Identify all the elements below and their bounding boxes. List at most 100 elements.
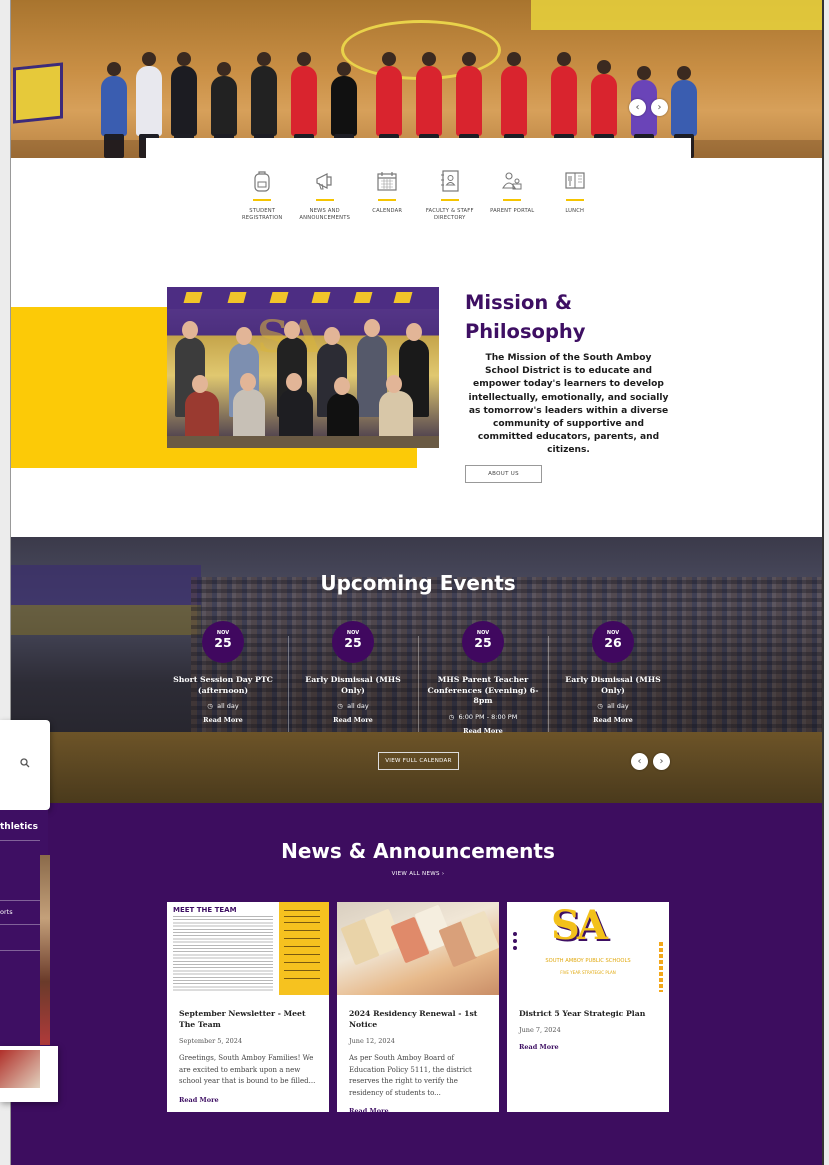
- quick-link-calendar[interactable]: CALENDAR: [356, 168, 419, 222]
- event-item[interactable]: NOV 26 Early Dismissal (MHS Only) ◷ all …: [548, 621, 678, 725]
- photo-floor: [167, 436, 439, 448]
- event-read-more-link[interactable]: Read More: [418, 726, 548, 736]
- event-item[interactable]: NOV 25 MHS Parent Teacher Conferences (E…: [418, 621, 548, 736]
- events-title: Upcoming Events: [320, 571, 516, 595]
- mobile-photo-strip: [40, 855, 50, 1045]
- news-title: News & Announcements: [281, 839, 555, 863]
- quick-link-label: PARENT PORTAL: [490, 208, 535, 214]
- news-card-read-more-link[interactable]: Read More: [519, 1043, 657, 1051]
- court-paint: [531, 0, 822, 30]
- event-title[interactable]: MHS Parent Teacher Conferences (Evening)…: [418, 675, 548, 707]
- mission-title: Mission & Philosophy: [465, 291, 586, 343]
- thumb-plan-name: FIVE YEAR STRATEGIC PLAN: [560, 970, 616, 975]
- event-title[interactable]: Early Dismissal (MHS Only): [548, 675, 678, 696]
- quick-link-faculty-directory[interactable]: FACULTY & STAFF DIRECTORY: [419, 168, 482, 222]
- event-item[interactable]: NOV 25 Short Session Day PTC (afternoon)…: [158, 621, 288, 725]
- quick-link-parent-portal[interactable]: PARENT PORTAL: [481, 168, 544, 222]
- news-card-read-more-link[interactable]: Read More: [349, 1107, 487, 1115]
- news-card[interactable]: 2024 Residency Renewal - 1st Notice June…: [337, 902, 499, 1115]
- quick-link-underline: [565, 199, 584, 201]
- quick-link-underline: [503, 199, 522, 201]
- quick-link-underline: [315, 199, 334, 201]
- event-read-more-link[interactable]: Read More: [288, 715, 418, 725]
- quick-link-underline: [440, 199, 459, 201]
- parent-child-icon: [502, 172, 522, 190]
- news-card-date: June 7, 2024: [519, 1026, 561, 1034]
- directory-book-icon: [440, 170, 459, 192]
- news-card-read-more-link[interactable]: Read More: [179, 1096, 317, 1104]
- hero-person: [416, 52, 442, 158]
- thumb-dots: [513, 932, 517, 953]
- hero-person: [101, 62, 127, 158]
- about-us-button[interactable]: ABOUT US: [465, 465, 542, 483]
- event-title[interactable]: Early Dismissal (MHS Only): [288, 675, 418, 696]
- mobile-menu-sports[interactable]: orts: [0, 908, 13, 916]
- photo-person: [379, 375, 413, 441]
- news-card-title[interactable]: September Newsletter - Meet The Team: [179, 1008, 317, 1030]
- governors-sign: [13, 62, 63, 124]
- thumb-sidebar: [279, 902, 329, 995]
- view-all-news-link[interactable]: VIEW ALL NEWS ›: [11, 871, 822, 877]
- thumb-heading: MEET THE TEAM: [173, 906, 237, 914]
- quick-link-label: FACULTY & STAFF DIRECTORY: [425, 208, 474, 221]
- news-card-excerpt: Greetings, South Amboy Families! We are …: [179, 1054, 316, 1086]
- hero-person: [456, 52, 482, 158]
- event-time-text: all day: [217, 702, 239, 710]
- mobile-menu-divider: [0, 840, 40, 841]
- mobile-footer-overlay: [0, 1046, 58, 1102]
- quick-link-lunch[interactable]: LUNCH: [544, 168, 607, 222]
- quick-link-news[interactable]: NEWS AND ANNOUNCEMENTS: [294, 168, 357, 222]
- event-date-badge: NOV 25: [462, 621, 504, 663]
- event-day: 25: [474, 635, 492, 650]
- clock-icon: ◷: [337, 702, 343, 710]
- events-prev-button[interactable]: ‹: [631, 753, 648, 770]
- hero-person: [251, 52, 277, 158]
- hero-prev-button[interactable]: ‹: [629, 99, 646, 116]
- event-date-badge: NOV 26: [592, 621, 634, 663]
- strategic-plan-thumbnail[interactable]: SA SOUTH AMBOY PUBLIC SCHOOLS FIVE YEAR …: [507, 902, 669, 995]
- search-icon[interactable]: [20, 758, 30, 768]
- quick-link-label: NEWS AND ANNOUNCEMENTS: [299, 208, 351, 221]
- quick-links: STUDENT REGISTRATION NEWS AND ANNOUNCEME…: [231, 168, 606, 222]
- news-card[interactable]: MEET THE TEAM September Newsletter - Mee…: [167, 902, 329, 1112]
- photo-person: [233, 373, 265, 441]
- event-time: ◷ all day: [158, 701, 288, 711]
- hero-person: [136, 52, 162, 158]
- backpack-icon: [254, 171, 270, 192]
- event-day: 25: [344, 635, 362, 650]
- event-time: ◷ all day: [288, 701, 418, 711]
- files-thumbnail[interactable]: [337, 902, 499, 995]
- view-all-news-label[interactable]: VIEW ALL NEWS: [392, 871, 440, 877]
- news-card[interactable]: SA SOUTH AMBOY PUBLIC SCHOOLS FIVE YEAR …: [507, 902, 669, 1112]
- mobile-menu-athletics[interactable]: thletics: [0, 822, 38, 832]
- event-read-more-link[interactable]: Read More: [548, 715, 678, 725]
- photo-person: [185, 375, 219, 441]
- event-read-more-link[interactable]: Read More: [158, 715, 288, 725]
- news-card-excerpt: As per South Amboy Board of Education Po…: [349, 1054, 472, 1097]
- megaphone-icon: [316, 173, 332, 190]
- mobile-menu-divider: [0, 900, 40, 901]
- hero-slider-controls: ‹ ›: [629, 99, 668, 116]
- lunch-menu-icon: [565, 172, 585, 189]
- hero-next-button[interactable]: ›: [651, 99, 668, 116]
- photo-banner: [167, 287, 439, 309]
- thumb-text-lines: [173, 916, 273, 992]
- news-card-title[interactable]: District 5 Year Strategic Plan: [519, 1008, 657, 1019]
- thumb-school-name: SOUTH AMBOY PUBLIC SCHOOLS: [545, 958, 631, 964]
- mobile-menu-divider: [0, 924, 40, 925]
- page: ‹ › STUDENT REGISTRATION NEWS AND ANNOUN…: [10, 0, 824, 1165]
- events-next-button[interactable]: ›: [653, 753, 670, 770]
- photo-person: [327, 377, 359, 441]
- newsletter-thumbnail[interactable]: MEET THE TEAM: [167, 902, 329, 995]
- hero-person: [291, 52, 317, 158]
- news-card-date: September 5, 2024: [179, 1037, 243, 1045]
- quick-link-underline: [253, 199, 272, 201]
- sa-logo: SA: [551, 902, 608, 949]
- news-card-title[interactable]: 2024 Residency Renewal - 1st Notice: [349, 1008, 487, 1030]
- event-time: ◷ all day: [548, 701, 678, 711]
- event-title[interactable]: Short Session Day PTC (afternoon): [158, 675, 288, 696]
- event-item[interactable]: NOV 25 Early Dismissal (MHS Only) ◷ all …: [288, 621, 418, 725]
- quick-link-student-registration[interactable]: STUDENT REGISTRATION: [231, 168, 294, 222]
- view-full-calendar-button[interactable]: VIEW FULL CALENDAR: [378, 752, 459, 770]
- events-slider-controls: ‹ ›: [631, 753, 670, 770]
